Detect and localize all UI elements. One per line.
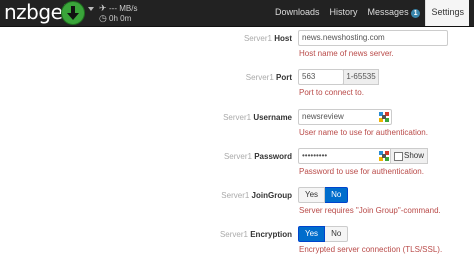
encryption-toggle: Yes No [298,226,349,242]
host-label: Server1 Host [0,34,292,43]
joingroup-toggle: Yes No [298,187,349,203]
time-remaining-value: 0h 0m [109,14,132,23]
port-help: Port to connect to. [299,88,364,97]
tab-messages[interactable]: Messages 1 [363,0,426,26]
show-password-label: Show [404,151,425,160]
host-help: Host name of news server. [299,49,394,58]
plane-icon: ✈ [99,3,107,13]
encryption-no-button[interactable]: No [325,226,349,242]
password-label: Server1 Password [0,152,292,161]
show-password-checkbox[interactable] [394,152,403,161]
speed-value: --- MB/s [109,4,138,13]
password-help: Password to use for authentication. [299,167,424,176]
tab-messages-label: Messages [367,7,409,17]
password-label-name: Password [254,152,292,161]
encryption-label-prefix: Server1 [219,230,248,239]
joingroup-no-button[interactable]: No [325,187,349,203]
username-label-name: Username [253,113,292,122]
main-nav: Downloads History Messages 1 Settings [270,0,470,26]
username-input[interactable]: newsreview [298,109,392,125]
joingroup-label-name: JoinGroup [251,191,292,200]
port-label-name: Port [276,73,292,82]
encryption-help: Encrypted server connection (TLS/SSL). [299,245,443,254]
encryption-label: Server1 Encryption [0,230,292,239]
tab-downloads[interactable]: Downloads [270,0,325,26]
show-password-toggle[interactable]: Show [390,148,428,164]
password-label-prefix: Server1 [223,152,252,161]
encryption-yes-button[interactable]: Yes [298,226,326,242]
tab-history[interactable]: History [325,0,363,26]
time-status: ◷ 0h 0m [99,13,131,24]
encryption-label-name: Encryption [250,230,292,239]
host-input[interactable]: news.newshosting.com [298,30,448,46]
download-arrow-icon [67,6,79,20]
host-label-prefix: Server1 [243,34,272,43]
port-label: Server1 Port [0,73,292,82]
top-navbar: nzbget ✈ --- MB/s ◷ 0h 0m Downloads Histor… [0,0,474,27]
username-label-prefix: Server1 [223,113,252,122]
keepass-icon[interactable] [379,151,389,161]
joingroup-label-prefix: Server1 [221,191,250,200]
chevron-down-icon[interactable] [88,7,94,11]
tab-settings[interactable]: Settings [425,0,470,26]
joingroup-yes-button[interactable]: Yes [298,187,326,203]
keepass-icon[interactable] [379,112,389,122]
port-range-addon: 1-65535 [343,69,379,85]
username-value: newsreview [302,112,344,121]
password-input[interactable]: ••••••••• [298,148,392,164]
app-logo: nzbget [4,0,70,24]
username-help: User name to use for authentication. [299,128,428,137]
messages-count-badge: 1 [410,9,421,18]
password-value: ••••••••• [302,151,328,160]
port-input[interactable]: 563 [298,69,344,85]
host-label-name: Host [274,34,292,43]
download-toggle-button[interactable] [61,1,85,25]
clock-icon: ◷ [99,13,107,23]
username-label: Server1 Username [0,113,292,122]
joingroup-help: Server requires "Join Group"-command. [299,206,441,215]
joingroup-label: Server1 JoinGroup [0,191,292,200]
port-label-prefix: Server1 [245,73,274,82]
